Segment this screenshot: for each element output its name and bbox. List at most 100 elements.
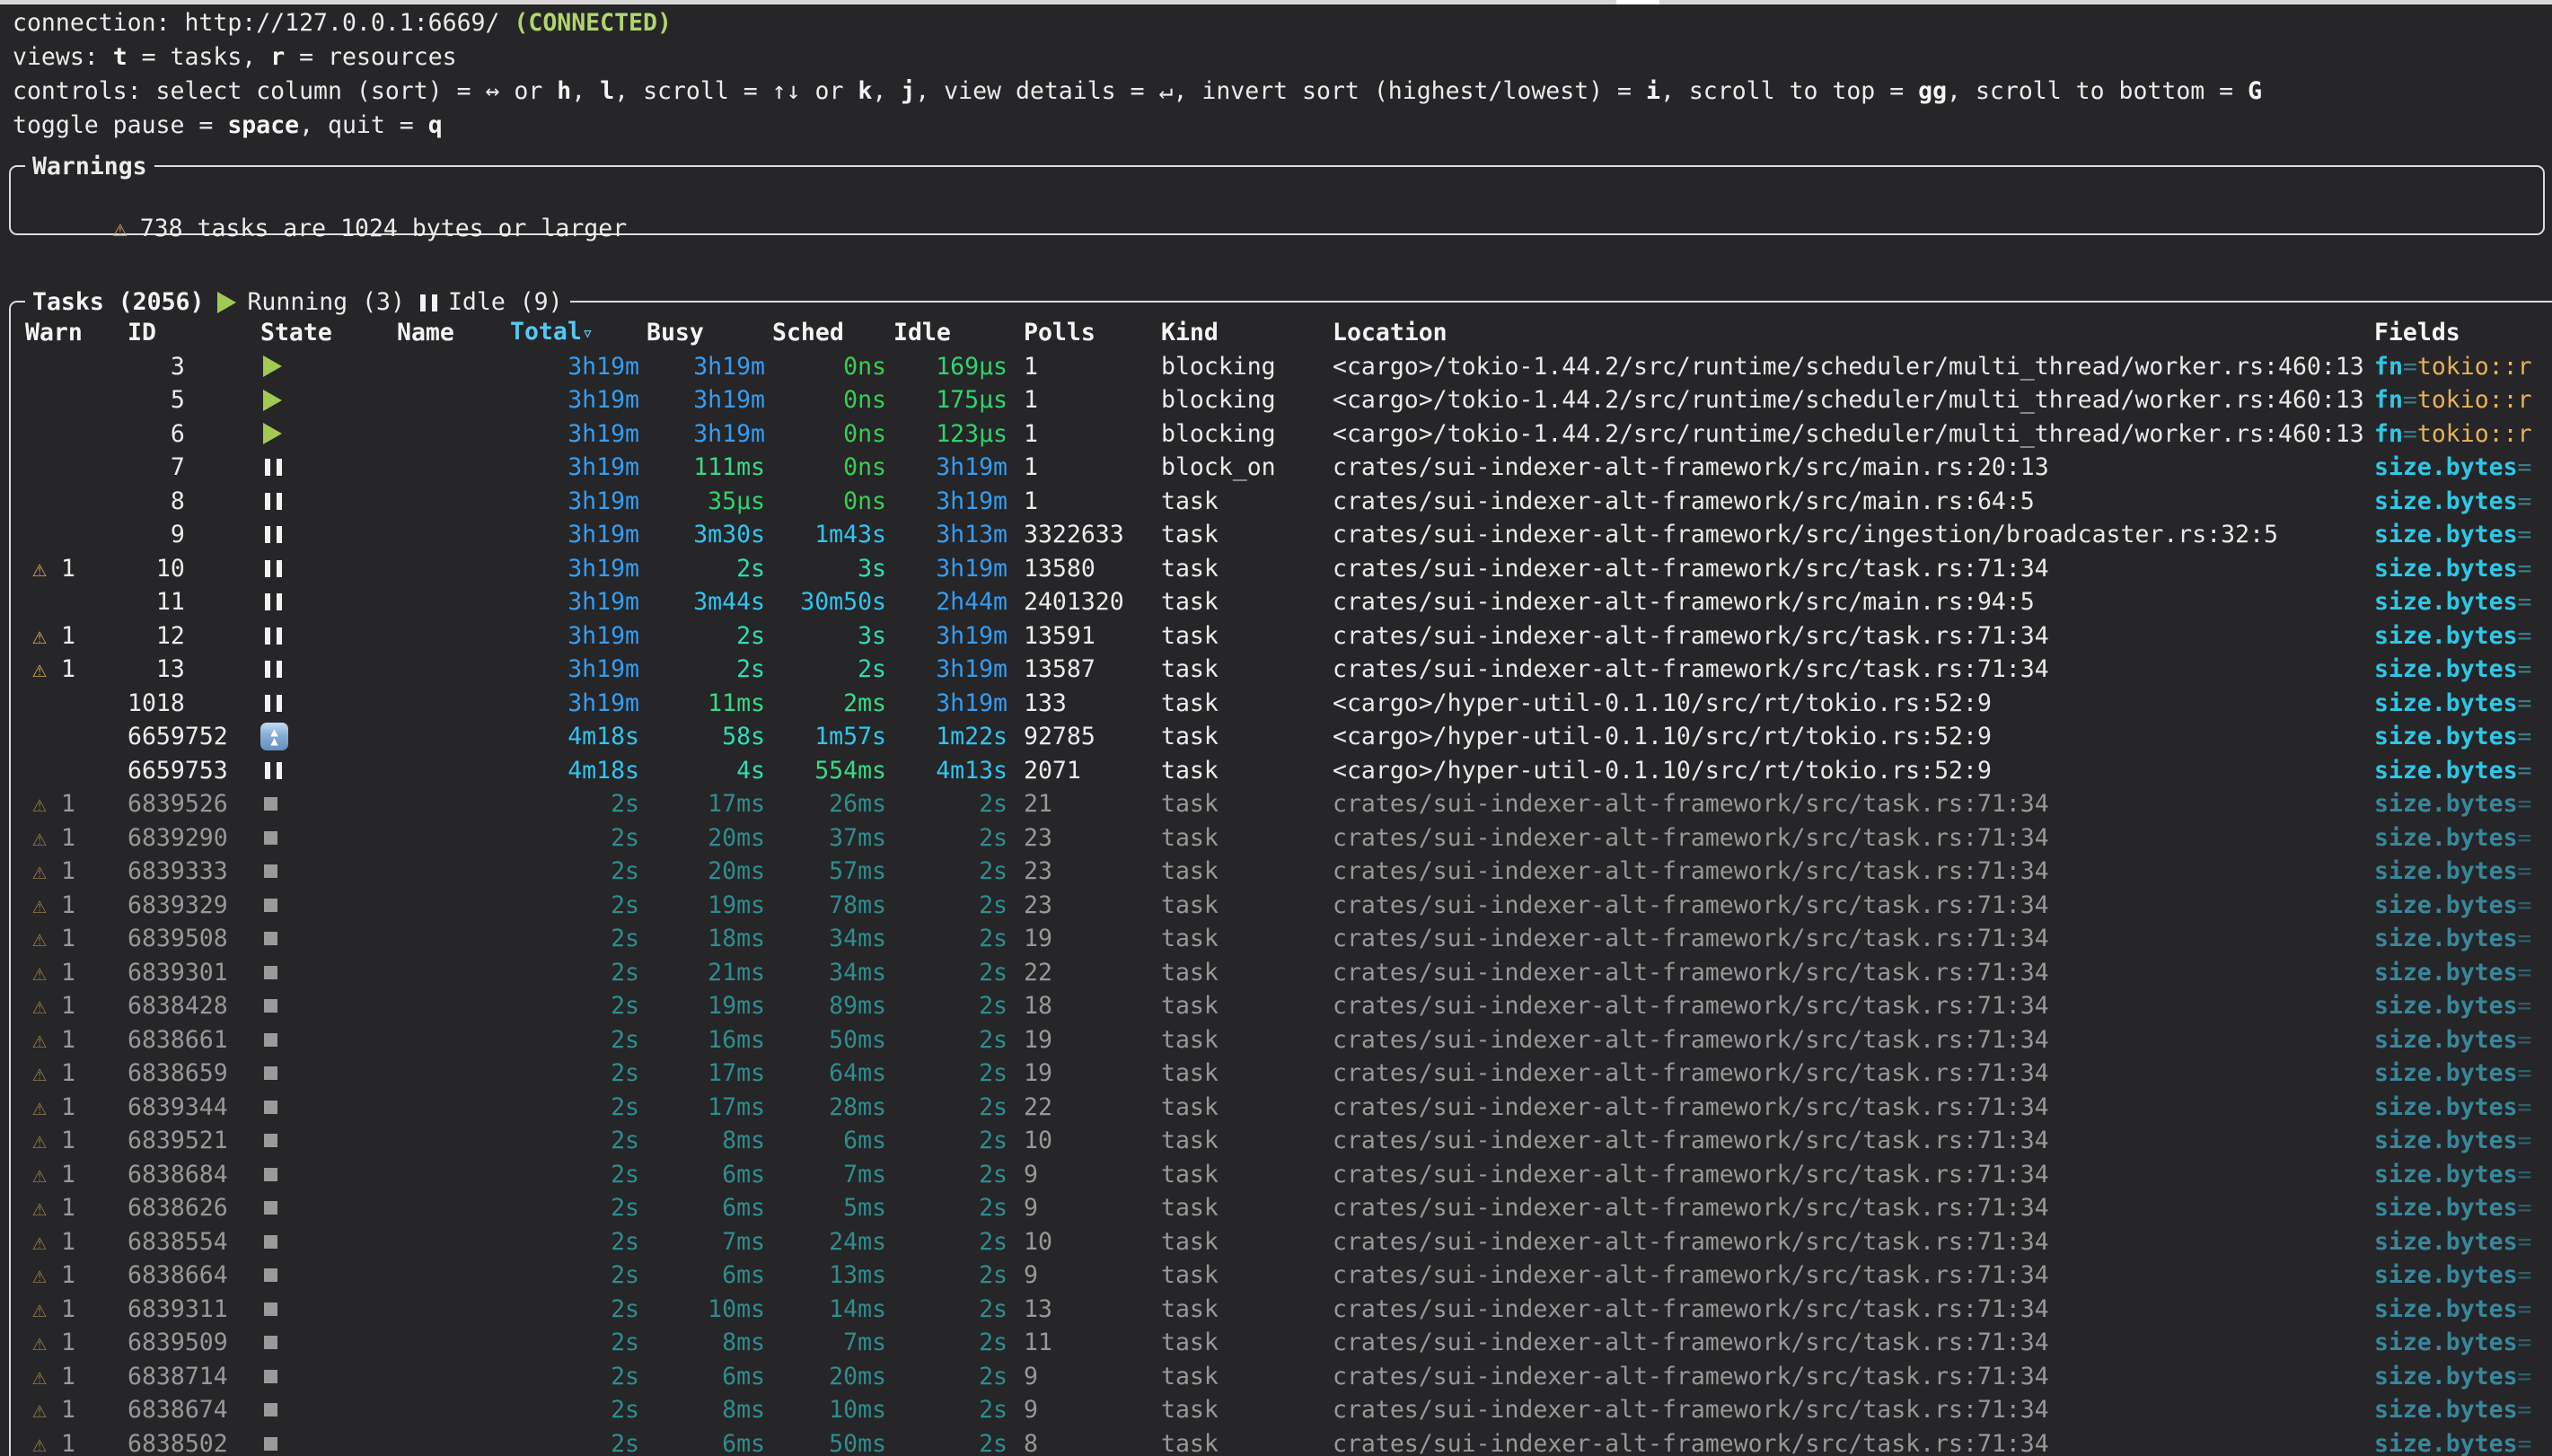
kind-cell: task: [1161, 485, 1333, 519]
fields-cell: size.bytes=: [2374, 1023, 2552, 1057]
pause-icon: [265, 695, 282, 712]
kind-cell: task: [1161, 1427, 1333, 1456]
table-row[interactable]: ⚠ 7 3h19m 111ms 0ns 3h19m 1 block_on cra…: [11, 451, 2552, 485]
stop-icon: [264, 1235, 277, 1249]
table-row[interactable]: ⚠1 6839290 2s 20ms 37ms 2s 23 task crate…: [11, 821, 2552, 855]
table-row[interactable]: ⚠ 5 3h19m 3h19m 0ns 175µs 1 blocking <ca…: [11, 383, 2552, 417]
polls-cell: 22: [1024, 956, 1161, 990]
idle-duration-cell: 2s: [886, 1023, 1008, 1057]
column-header-sched[interactable]: Sched: [765, 316, 886, 350]
table-row[interactable]: ⚠ 9 3h19m 3m30s 1m43s 3h13m 3322633 task…: [11, 518, 2552, 552]
table-row[interactable]: ⚠1 6839329 2s 19ms 78ms 2s 23 task crate…: [11, 889, 2552, 923]
table-row[interactable]: ⚠1 6839344 2s 17ms 28ms 2s 22 task crate…: [11, 1091, 2552, 1125]
location-cell: crates/sui-indexer-alt-framework/src/tas…: [1333, 1158, 2374, 1192]
table-row[interactable]: ⚠1 6838674 2s 8ms 10ms 2s 9 task crates/…: [11, 1393, 2552, 1427]
location-cell: crates/sui-indexer-alt-framework/src/tas…: [1333, 1259, 2374, 1293]
sched-duration-cell: 5ms: [765, 1191, 886, 1225]
column-header-state[interactable]: State: [260, 316, 397, 350]
table-row[interactable]: ⚠1 6838684 2s 6ms 7ms 2s 9 task crates/s…: [11, 1158, 2552, 1192]
warning-message: 738 tasks are 1024 bytes or larger: [140, 215, 627, 242]
column-header-busy[interactable]: Busy: [639, 316, 765, 350]
table-row[interactable]: ⚠1 6839521 2s 8ms 6ms 2s 10 task crates/…: [11, 1124, 2552, 1158]
warning-icon: ⚠: [32, 989, 47, 1023]
table-row[interactable]: ⚠1 6838554 2s 7ms 24ms 2s 10 task crates…: [11, 1225, 2552, 1259]
kind-cell: task: [1161, 1293, 1333, 1327]
column-header-total-sorted[interactable]: Total▿: [503, 315, 639, 351]
table-row[interactable]: ⚠ 6659752 ▲▲ 4m18s 58s 1m57s 1m22s 92785…: [11, 720, 2552, 754]
idle-duration-cell: 2s: [886, 855, 1008, 889]
total-duration-cell: 2s: [503, 1124, 639, 1158]
task-id-cell: 5: [128, 383, 260, 417]
fields-cell: size.bytes=: [2374, 1124, 2552, 1158]
table-row[interactable]: ⚠ 8 3h19m 35µs 0ns 3h19m 1 task crates/s…: [11, 485, 2552, 519]
task-state-cell: [260, 355, 397, 377]
column-header-id[interactable]: ID: [128, 316, 260, 350]
task-id-cell: 6838714: [128, 1360, 260, 1394]
table-row[interactable]: ⚠1 6839301 2s 21ms 34ms 2s 22 task crate…: [11, 956, 2552, 990]
scrollbar-track[interactable]: [0, 0, 2552, 4]
table-row[interactable]: ⚠1 6838659 2s 17ms 64ms 2s 19 task crate…: [11, 1057, 2552, 1091]
sched-duration-cell: 78ms: [765, 889, 886, 923]
pause-icon: [265, 526, 282, 543]
table-row[interactable]: ⚠1 6839333 2s 20ms 57ms 2s 23 task crate…: [11, 855, 2552, 889]
total-duration-cell: 2s: [503, 821, 639, 855]
table-row[interactable]: ⚠1 6839509 2s 8ms 7ms 2s 11 task crates/…: [11, 1326, 2552, 1360]
polls-cell: 3322633: [1024, 518, 1161, 552]
fields-cell: size.bytes=: [2374, 989, 2552, 1023]
table-row[interactable]: ⚠1 6838661 2s 16ms 50ms 2s 19 task crate…: [11, 1023, 2552, 1057]
table-row[interactable]: ⚠ 3 3h19m 3h19m 0ns 169µs 1 blocking <ca…: [11, 350, 2552, 384]
task-state-cell: [260, 627, 397, 645]
total-duration-cell: 2s: [503, 1427, 639, 1456]
sched-duration-cell: 89ms: [765, 989, 886, 1023]
polls-cell: 133: [1024, 687, 1161, 721]
polls-cell: 23: [1024, 889, 1161, 923]
table-row[interactable]: ⚠1 13 3h19m 2s 2s 3h19m 13587 task crate…: [11, 653, 2552, 687]
kind-cell: task: [1161, 1057, 1333, 1091]
busy-duration-cell: 2s: [639, 552, 765, 586]
table-row[interactable]: ⚠1 12 3h19m 2s 3s 3h19m 13591 task crate…: [11, 619, 2552, 653]
total-duration-cell: 2s: [503, 989, 639, 1023]
table-row[interactable]: ⚠ 1018 3h19m 11ms 2ms 3h19m 133 task <ca…: [11, 687, 2552, 721]
column-header-kind[interactable]: Kind: [1161, 316, 1333, 350]
pause-icon: [265, 560, 282, 577]
column-header-fields[interactable]: Fields: [2374, 316, 2552, 350]
stop-icon: [264, 1033, 277, 1047]
scrollbar-thumb[interactable]: [1616, 0, 1659, 4]
table-row[interactable]: ⚠1 6839508 2s 18ms 34ms 2s 19 task crate…: [11, 922, 2552, 956]
task-id-cell: 10: [128, 552, 260, 586]
task-id-cell: 6838659: [128, 1057, 260, 1091]
table-row[interactable]: ⚠1 6839311 2s 10ms 14ms 2s 13 task crate…: [11, 1293, 2552, 1327]
busy-duration-cell: 58s: [639, 720, 765, 754]
table-row[interactable]: ⚠1 10 3h19m 2s 3s 3h19m 13580 task crate…: [11, 552, 2552, 586]
table-row[interactable]: ⚠1 6838714 2s 6ms 20ms 2s 9 task crates/…: [11, 1360, 2552, 1394]
warning-icon: ⚠: [32, 1158, 47, 1192]
column-header-idle[interactable]: Idle: [886, 316, 1008, 350]
idle-duration-cell: 123µs: [886, 417, 1008, 452]
column-header-polls[interactable]: Polls: [1024, 316, 1161, 350]
column-header-warn[interactable]: Warn: [25, 316, 128, 350]
table-row[interactable]: ⚠ 11 3h19m 3m44s 30m50s 2h44m 2401320 ta…: [11, 585, 2552, 619]
location-cell: crates/sui-indexer-alt-framework/src/tas…: [1333, 922, 2374, 956]
table-row[interactable]: ⚠ 6 3h19m 3h19m 0ns 123µs 1 blocking <ca…: [11, 417, 2552, 452]
location-cell: crates/sui-indexer-alt-framework/src/tas…: [1333, 855, 2374, 889]
table-row[interactable]: ⚠1 6838502 2s 6ms 50ms 2s 8 task crates/…: [11, 1427, 2552, 1456]
idle-duration-cell: 2h44m: [886, 585, 1008, 619]
idle-duration-cell: 1m22s: [886, 720, 1008, 754]
sched-duration-cell: 7ms: [765, 1158, 886, 1192]
table-row[interactable]: ⚠1 6838428 2s 19ms 89ms 2s 18 task crate…: [11, 989, 2552, 1023]
location-cell: <cargo>/tokio-1.44.2/src/runtime/schedul…: [1333, 417, 2374, 452]
task-id-cell: 6838661: [128, 1023, 260, 1057]
warn-cell: ⚠1: [25, 619, 128, 653]
kind-cell: task: [1161, 956, 1333, 990]
pause-icon: [265, 459, 282, 476]
table-row[interactable]: ⚠1 6838664 2s 6ms 13ms 2s 9 task crates/…: [11, 1259, 2552, 1293]
table-row[interactable]: ⚠ 6659753 4m18s 4s 554ms 4m13s 2071 task…: [11, 754, 2552, 788]
warning-icon: ⚠: [32, 956, 47, 990]
busy-duration-cell: 17ms: [639, 1057, 765, 1091]
table-row[interactable]: ⚠1 6839526 2s 17ms 26ms 2s 21 task crate…: [11, 787, 2552, 821]
column-header-location[interactable]: Location: [1333, 316, 2374, 350]
task-id-cell: 6839329: [128, 889, 260, 923]
table-row[interactable]: ⚠1 6838626 2s 6ms 5ms 2s 9 task crates/s…: [11, 1191, 2552, 1225]
polls-cell: 10: [1024, 1124, 1161, 1158]
column-header-name[interactable]: Name: [397, 316, 503, 350]
